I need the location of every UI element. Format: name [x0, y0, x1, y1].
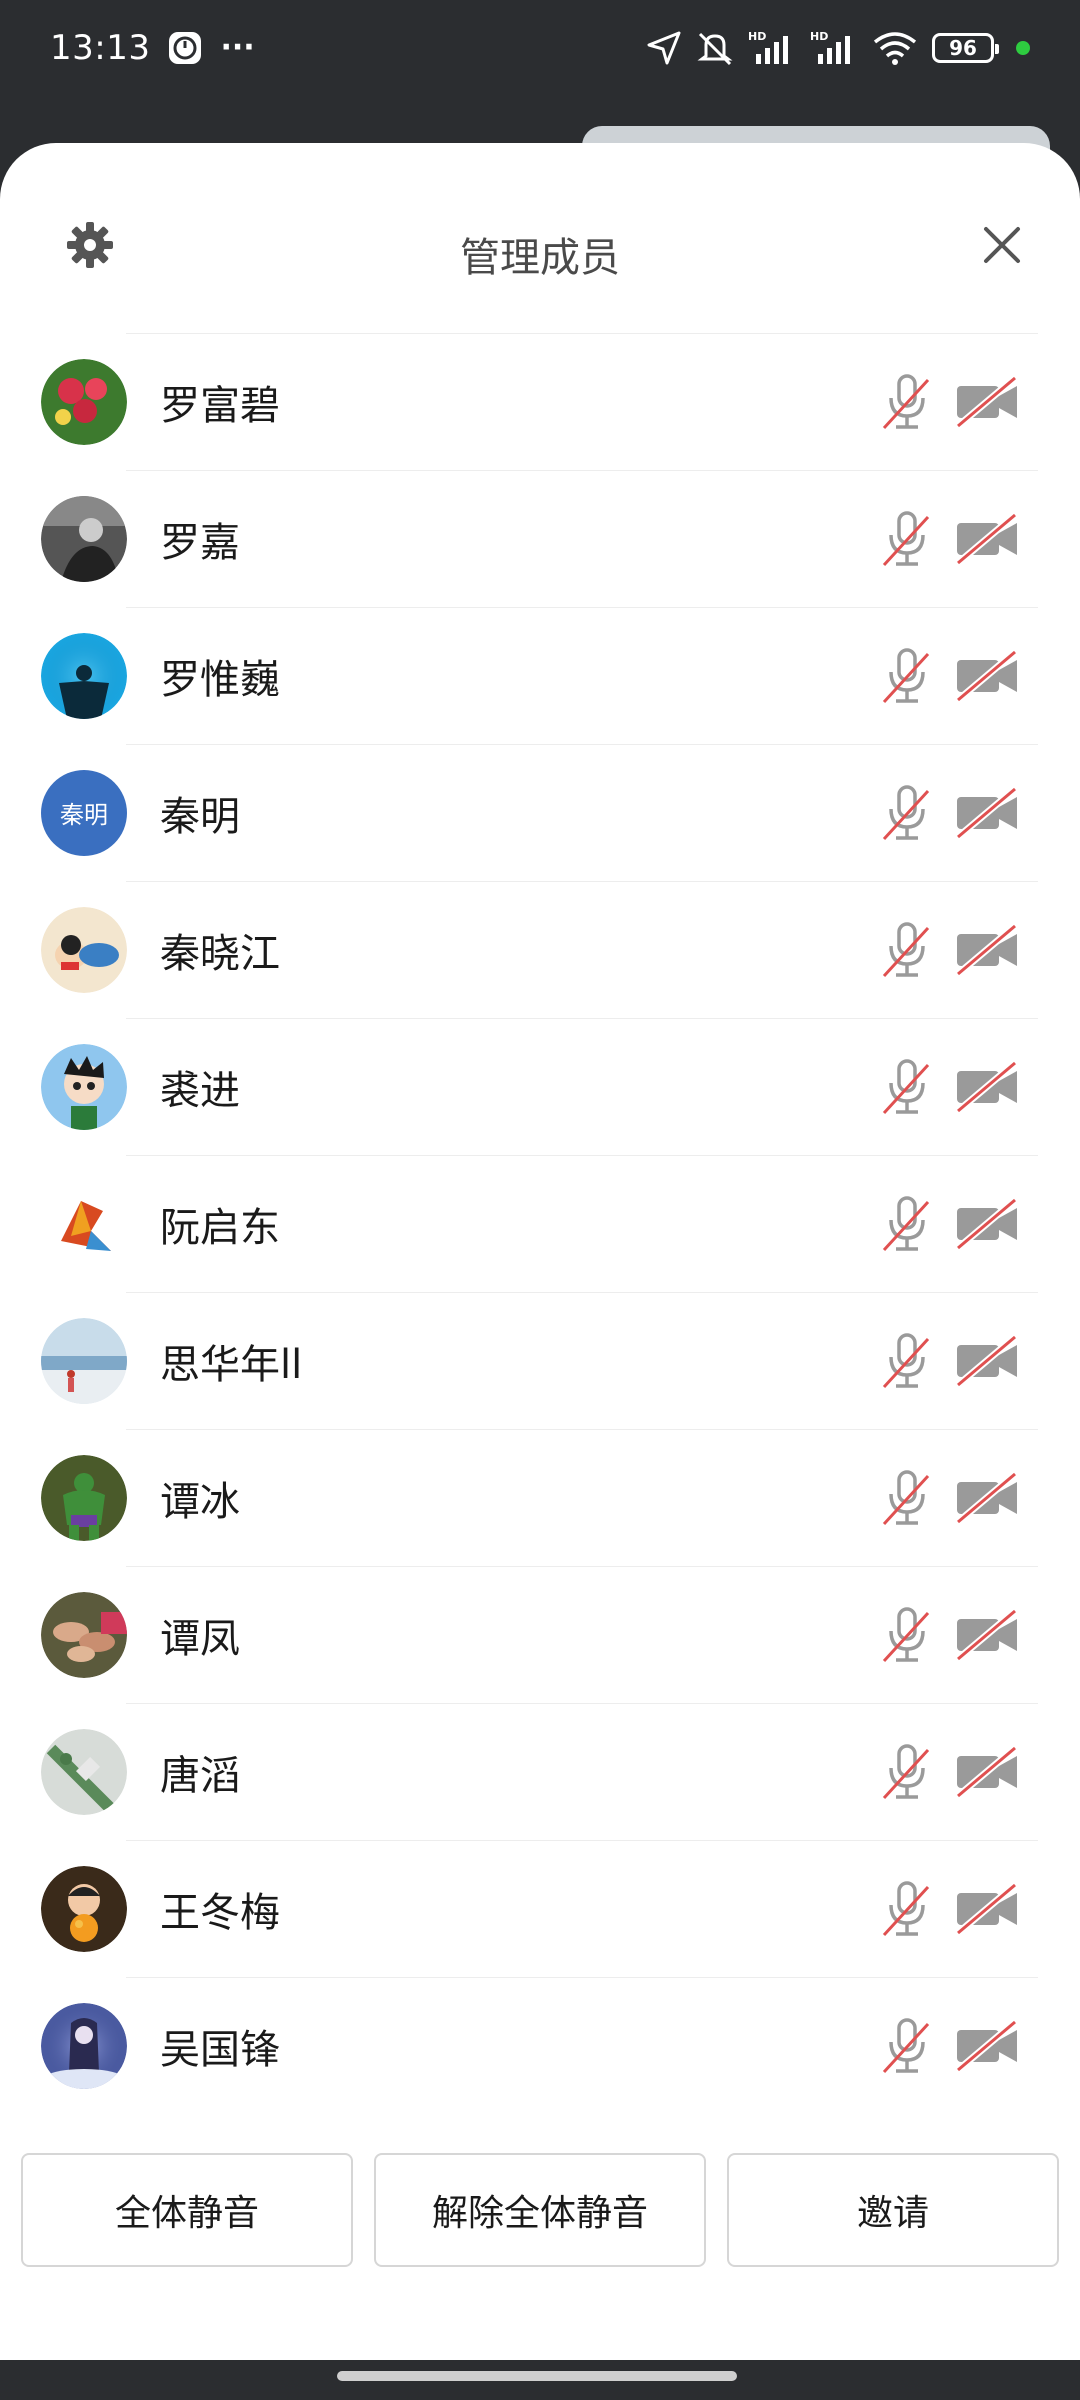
camera-off-icon[interactable] — [955, 648, 1021, 703]
camera-off-icon[interactable] — [955, 1470, 1021, 1525]
manage-members-sheet: 管理成员 罗富碧罗嘉罗惟巍秦明 秦明秦晓江裘进阮启东思华年ll 谭冰谭凤唐滔王冬梅吴… — [0, 143, 1080, 2360]
home-indicator[interactable] — [337, 2371, 737, 2381]
privacy-dot-icon — [1016, 40, 1030, 55]
avatar — [41, 1180, 127, 1267]
avatar — [41, 2002, 127, 2089]
member-name: 秦明 — [160, 793, 240, 840]
timer-app-icon — [168, 31, 202, 65]
mic-muted-icon[interactable] — [880, 920, 934, 980]
battery-indicator: 96 — [932, 32, 999, 63]
more-notifications: ··· — [220, 30, 255, 65]
member-row[interactable]: 谭冰 — [0, 1429, 1080, 1566]
mic-muted-icon[interactable] — [880, 1879, 934, 1939]
camera-off-icon[interactable] — [955, 1059, 1021, 1114]
avatar — [41, 495, 127, 582]
camera-off-icon[interactable] — [955, 785, 1021, 840]
action-bar: 全体静音 解除全体静音 邀请 — [0, 2153, 1080, 2273]
member-list: 罗富碧罗嘉罗惟巍秦明 秦明秦晓江裘进阮启东思华年ll 谭冰谭凤唐滔王冬梅吴国锋 — [0, 333, 1080, 2114]
avatar — [41, 1043, 127, 1130]
member-name: 王冬梅 — [160, 1889, 280, 1936]
member-row[interactable]: 王冬梅 — [0, 1840, 1080, 1977]
member-row[interactable]: 秦晓江 — [0, 881, 1080, 1018]
avatar — [41, 632, 127, 719]
mic-muted-icon[interactable] — [880, 1194, 934, 1254]
mic-muted-icon[interactable] — [880, 646, 934, 706]
member-row[interactable]: 吴国锋 — [0, 1977, 1080, 2114]
member-name: 秦晓江 — [160, 930, 280, 977]
camera-off-icon[interactable] — [955, 1744, 1021, 1799]
avatar — [41, 1728, 127, 1815]
camera-off-icon[interactable] — [955, 922, 1021, 977]
camera-off-icon[interactable] — [955, 1881, 1021, 1936]
mic-muted-icon[interactable] — [880, 1742, 934, 1802]
member-name: 罗富碧 — [160, 382, 280, 429]
mic-muted-icon[interactable] — [880, 1331, 934, 1391]
avatar — [41, 1865, 127, 1952]
member-name: 罗嘉 — [160, 519, 240, 566]
member-row[interactable]: 思华年ll — [0, 1292, 1080, 1429]
member-row[interactable]: 阮启东 — [0, 1155, 1080, 1292]
avatar — [41, 1317, 127, 1404]
mic-muted-icon[interactable] — [880, 509, 934, 569]
signal-hd-2-icon: HD — [810, 30, 858, 66]
member-name: 裘进 — [160, 1067, 240, 1114]
unmute-all-button[interactable]: 解除全体静音 — [374, 2153, 706, 2267]
mic-muted-icon[interactable] — [880, 1057, 934, 1117]
member-row[interactable]: 裘进 — [0, 1018, 1080, 1155]
member-name: 谭冰 — [160, 1478, 240, 1525]
member-row[interactable]: 罗富碧 — [0, 333, 1080, 470]
member-name: 罗惟巍 — [160, 656, 280, 703]
member-row[interactable]: 唐滔 — [0, 1703, 1080, 1840]
camera-off-icon[interactable] — [955, 374, 1021, 429]
camera-off-icon[interactable] — [955, 2018, 1021, 2073]
avatar — [41, 1591, 127, 1678]
mic-muted-icon[interactable] — [880, 1605, 934, 1665]
member-row[interactable]: 罗惟巍 — [0, 607, 1080, 744]
camera-off-icon[interactable] — [955, 511, 1021, 566]
avatar — [41, 358, 127, 445]
silent-bell-icon — [696, 30, 734, 66]
location-icon — [646, 30, 682, 66]
member-name: 阮启东 — [160, 1204, 280, 1251]
close-button[interactable] — [978, 221, 1026, 269]
member-row[interactable]: 秦明 秦明 — [0, 744, 1080, 881]
status-bar: 13:13 ··· HD HD 96 — [0, 0, 1080, 95]
page-title: 管理成员 — [460, 235, 620, 281]
member-row[interactable]: 谭凤 — [0, 1566, 1080, 1703]
sheet-header: 管理成员 — [0, 143, 1080, 333]
member-name: 唐滔 — [160, 1752, 240, 1799]
svg-text:HD: HD — [748, 30, 766, 43]
status-time: 13:13 — [50, 27, 151, 68]
camera-off-icon[interactable] — [955, 1196, 1021, 1251]
avatar — [41, 906, 127, 993]
member-name: 谭凤 — [160, 1615, 240, 1662]
member-name: 思华年ll — [160, 1341, 303, 1388]
mic-muted-icon[interactable] — [880, 783, 934, 843]
member-row[interactable]: 罗嘉 — [0, 470, 1080, 607]
mic-muted-icon[interactable] — [880, 372, 934, 432]
avatar — [41, 1454, 127, 1541]
signal-hd-1-icon: HD — [748, 30, 796, 66]
invite-button[interactable]: 邀请 — [727, 2153, 1059, 2267]
svg-text:HD: HD — [810, 30, 828, 43]
camera-off-icon[interactable] — [955, 1607, 1021, 1662]
mic-muted-icon[interactable] — [880, 2016, 934, 2076]
camera-off-icon[interactable] — [955, 1333, 1021, 1388]
close-icon — [984, 227, 1020, 263]
member-name: 吴国锋 — [160, 2026, 280, 2073]
mic-muted-icon[interactable] — [880, 1468, 934, 1528]
wifi-icon — [872, 30, 918, 66]
mute-all-button[interactable]: 全体静音 — [21, 2153, 353, 2267]
avatar: 秦明 — [41, 769, 127, 856]
